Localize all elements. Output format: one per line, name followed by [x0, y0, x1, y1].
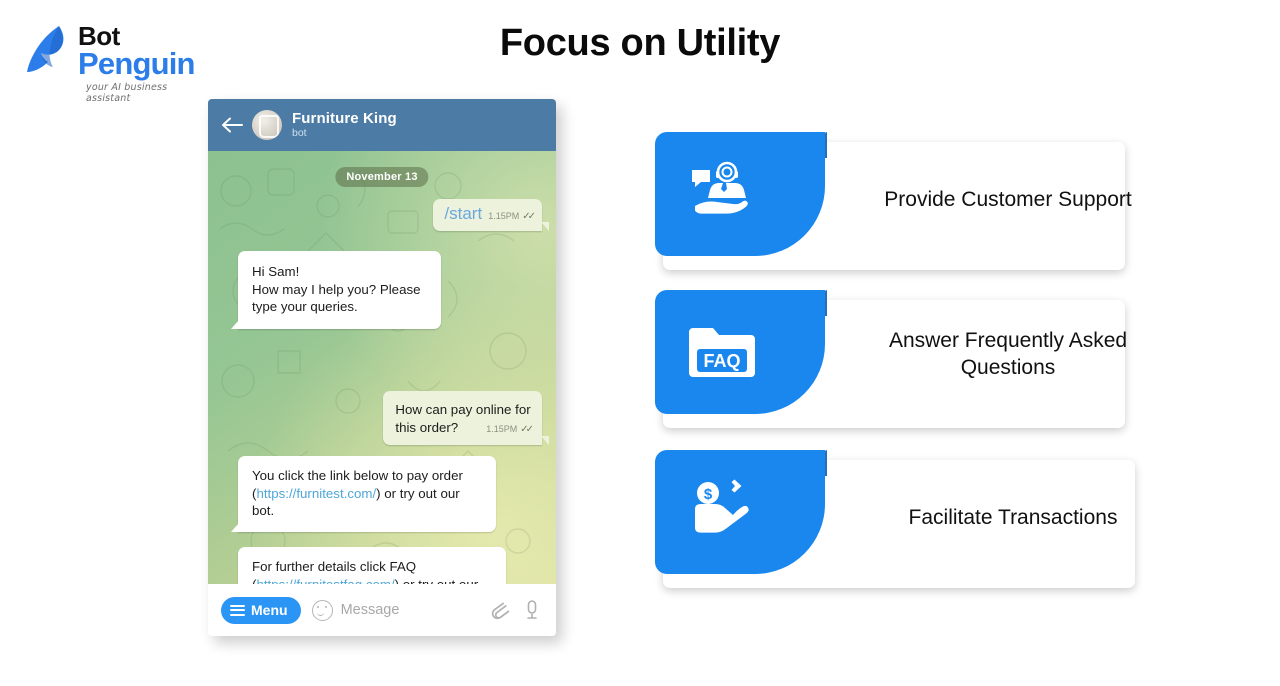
chat-header: Furniture King bot: [208, 99, 556, 151]
menu-button[interactable]: Menu: [221, 596, 301, 624]
card-label-line: Answer Frequently Asked: [888, 329, 1128, 352]
chat-message-line: this order?: [395, 419, 459, 435]
brand-tagline: your AI business assistant: [86, 82, 168, 104]
double-check-icon: ✓✓: [520, 424, 534, 436]
chat-message-link[interactable]: https://furnitest.com/: [256, 486, 376, 501]
customer-support-agent-icon: [689, 160, 755, 226]
menu-button-label: Menu: [251, 602, 288, 618]
chat-message-list[interactable]: November 13 /start 1.15PM ✓✓ Hi Sam! How m…: [208, 151, 556, 584]
chat-message-out-start: /start 1.15PM ✓✓: [433, 199, 549, 231]
chat-message-line: How may I help you? Please: [252, 281, 421, 297]
faq-folder-icon: FAQ: [689, 318, 755, 384]
contact-avatar[interactable]: [252, 110, 282, 140]
chat-message-line: type your queries.: [252, 299, 358, 315]
chat-date-divider: November 13: [335, 167, 429, 187]
double-check-icon: ✓✓: [522, 211, 536, 222]
paperclip-icon[interactable]: [489, 598, 511, 622]
chat-message-in-greeting: Hi Sam! How may I help you? Please type …: [231, 251, 441, 330]
card-label: Provide Customer Support: [855, 187, 1161, 214]
chat-preview: Furniture King bot November 13 /start 1.…: [208, 99, 556, 636]
chat-contact-name: Furniture King: [292, 109, 397, 127]
chat-message-out-question: How can pay online for this order? 1.15P…: [383, 391, 549, 446]
chat-message-in-faq-link: For further details click FAQ (https://f…: [238, 547, 506, 584]
card-label: Answer Frequently Asked Questions: [855, 328, 1161, 382]
svg-text:$: $: [704, 486, 713, 503]
smiley-icon[interactable]: [311, 599, 333, 621]
chat-contact-subtitle: bot: [292, 127, 307, 140]
card-label-line: Facilitate Transactions: [908, 506, 1118, 529]
back-arrow-icon[interactable]: [220, 115, 244, 135]
hamburger-icon: [230, 604, 245, 616]
card-customer-support[interactable]: Provide Customer Support: [655, 132, 1175, 278]
card-label-line: Provide Customer Support: [884, 188, 1132, 211]
card-transactions[interactable]: $ Facilitate Transactions: [655, 450, 1175, 596]
message-input[interactable]: Message: [341, 602, 479, 618]
card-label-line: Questions: [960, 355, 1056, 379]
chat-message-time: 1.15PM: [486, 424, 518, 435]
page-title: Focus on Utility: [499, 22, 781, 64]
chat-message-line: Hi Sam!: [252, 264, 300, 279]
chat-input-bar: Menu Message: [208, 584, 556, 636]
chat-message-time: 1.15PM: [488, 211, 520, 221]
chat-command-text: /start: [444, 204, 483, 223]
money-transfer-hand-icon: $: [689, 478, 755, 544]
microphone-icon[interactable]: [521, 598, 543, 622]
card-label: Facilitate Transactions: [855, 505, 1171, 532]
chat-message-in-pay-link: You click the link below to pay order (h…: [231, 456, 496, 533]
faq-icon-text: FAQ: [703, 351, 740, 371]
card-faq[interactable]: FAQ Answer Frequently Asked Questions: [655, 290, 1175, 436]
chat-message-link[interactable]: https://furnitestfaq.com/: [256, 577, 394, 584]
chat-message-line: How can pay online for: [395, 402, 531, 417]
chat-contact-info: Furniture King bot: [292, 109, 397, 140]
